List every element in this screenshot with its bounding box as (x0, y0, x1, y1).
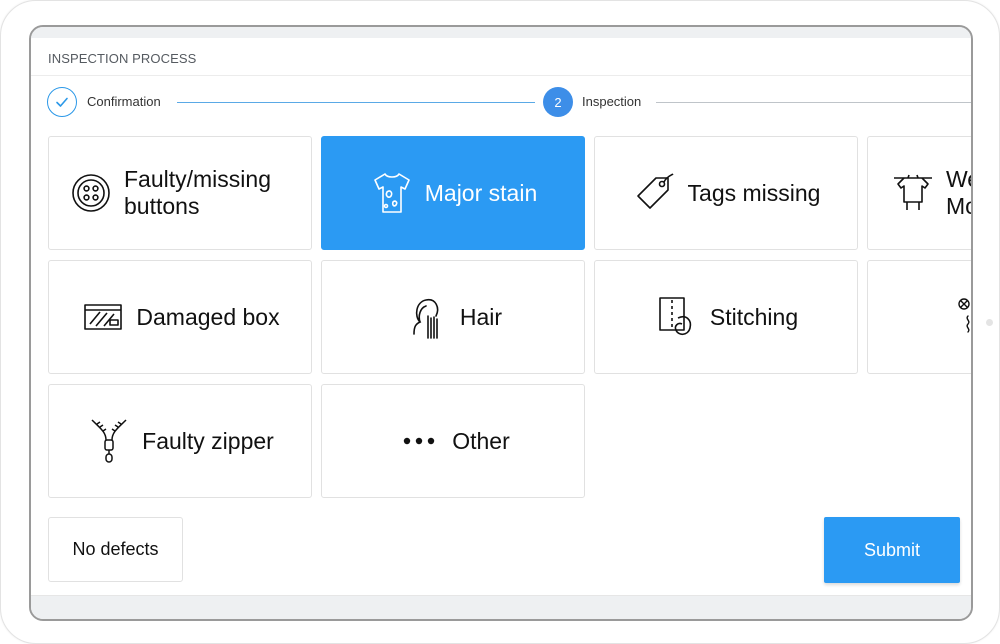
stitching-icon (654, 294, 700, 340)
top-bar (31, 27, 971, 38)
tablet-frame: INSPECTION PROCESS Confirmation 2 Inspec… (0, 0, 1000, 644)
defect-label: Major stain (424, 179, 538, 206)
defect-tile-major-stain[interactable]: Major stain (321, 136, 585, 250)
stained-shirt-icon (369, 170, 415, 216)
bottom-bar (31, 595, 971, 619)
defect-label: Other (452, 427, 510, 454)
button-icon (68, 170, 114, 216)
camera-dot (986, 319, 993, 326)
defect-tile-tags-missing[interactable]: Tags missing (594, 136, 858, 250)
defect-label: We Mo (946, 166, 971, 219)
defect-tile-hair[interactable]: Hair (321, 260, 585, 374)
defect-label: Hair (459, 303, 503, 330)
hair-icon (404, 294, 450, 340)
page-title: INSPECTION PROCESS (48, 51, 197, 66)
damaged-box-icon (80, 294, 126, 340)
step-confirmation-circle[interactable] (47, 87, 77, 117)
defect-tile-odor[interactable] (867, 260, 971, 374)
defect-tile-damaged-box[interactable]: Damaged box (48, 260, 312, 374)
step-inspection-circle[interactable]: 2 (543, 87, 573, 117)
defect-label: Faulty/missing buttons (124, 166, 271, 219)
submit-button[interactable]: Submit (824, 517, 960, 583)
title-divider (31, 75, 971, 76)
step-connector-next (656, 102, 971, 103)
defect-label: Stitching (709, 303, 799, 330)
defect-tile-faulty-zipper[interactable]: Faulty zipper (48, 384, 312, 498)
clothesline-icon (890, 170, 936, 216)
zipper-icon (86, 418, 132, 464)
defect-tile-stitching[interactable]: Stitching (594, 260, 858, 374)
odor-icon (948, 294, 971, 340)
defect-label: Faulty zipper (142, 427, 274, 454)
app-screen: INSPECTION PROCESS Confirmation 2 Inspec… (29, 25, 973, 621)
tag-icon (632, 170, 678, 216)
no-defects-button[interactable]: No defects (48, 517, 183, 582)
step-inspection-label: Inspection (582, 94, 642, 109)
defect-label: Damaged box (136, 303, 280, 330)
defect-tile-partial[interactable]: We Mo (867, 136, 971, 250)
stepper: Confirmation 2 Inspection (47, 87, 971, 117)
more-dots-icon (396, 418, 442, 464)
defect-label: Tags missing (687, 179, 821, 206)
defect-tile-other[interactable]: Other (321, 384, 585, 498)
defect-tile-faulty-buttons[interactable]: Faulty/missing buttons (48, 136, 312, 250)
step-confirmation-label: Confirmation (87, 94, 161, 109)
step-connector (177, 102, 535, 103)
check-icon (56, 97, 68, 107)
